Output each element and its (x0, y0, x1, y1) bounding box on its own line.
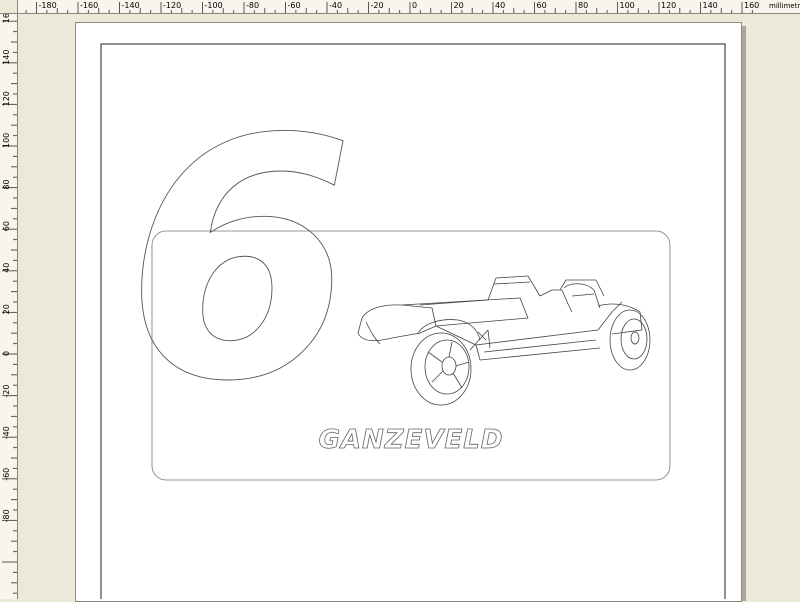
ruler-label: -40 (329, 1, 342, 10)
ruler-label: 40 (2, 263, 11, 273)
ruler-label: -20 (371, 1, 384, 10)
ruler-label: 20 (2, 304, 11, 314)
artwork: 6 GANZEVELD (100, 43, 726, 599)
ruler-label: -120 (163, 1, 181, 10)
ruler-label: -180 (39, 1, 57, 10)
race-number[interactable]: 6 (125, 69, 356, 454)
ruler-label: 20 (454, 1, 464, 10)
ruler-label: -140 (122, 1, 140, 10)
ruler-label: -20 (2, 385, 11, 398)
ruler-label: -40 (2, 426, 11, 439)
ruler-label: 120 (661, 1, 676, 10)
ruler-label: 100 (2, 133, 11, 148)
ruler-label: 160 (744, 1, 759, 10)
car-drawing[interactable] (357, 275, 651, 406)
ruler-label: 80 (2, 179, 11, 189)
ruler-label: 120 (2, 91, 11, 106)
ruler-label: -60 (2, 468, 11, 481)
ruler-corner[interactable] (0, 0, 18, 14)
ruler-label: -160 (80, 1, 98, 10)
ruler-label: 40 (495, 1, 505, 10)
ruler-label: -80 (2, 509, 11, 522)
ruler-label: -60 (288, 1, 301, 10)
ruler-label: 0 (2, 351, 11, 356)
vertical-ruler[interactable]: 160140120100806040200-20-40-60-80 (0, 0, 18, 599)
ruler-label: 100 (620, 1, 635, 10)
ruler-label: 0 (412, 1, 417, 10)
ruler-label: 80 (578, 1, 588, 10)
ruler-label: -100 (205, 1, 223, 10)
ruler-label: 140 (2, 50, 11, 65)
ruler-label: 60 (537, 1, 547, 10)
name-text[interactable]: GANZEVELD (318, 425, 504, 456)
ruler-unit-label: millimetres (769, 2, 800, 10)
ruler-label: -80 (246, 1, 259, 10)
ruler-label: 140 (703, 1, 718, 10)
horizontal-ruler[interactable]: -180 -160 -140 -120 -100 -80 -60 -40 -20 0 20 40 60 8… (0, 0, 800, 14)
ruler-label: 60 (2, 221, 11, 231)
